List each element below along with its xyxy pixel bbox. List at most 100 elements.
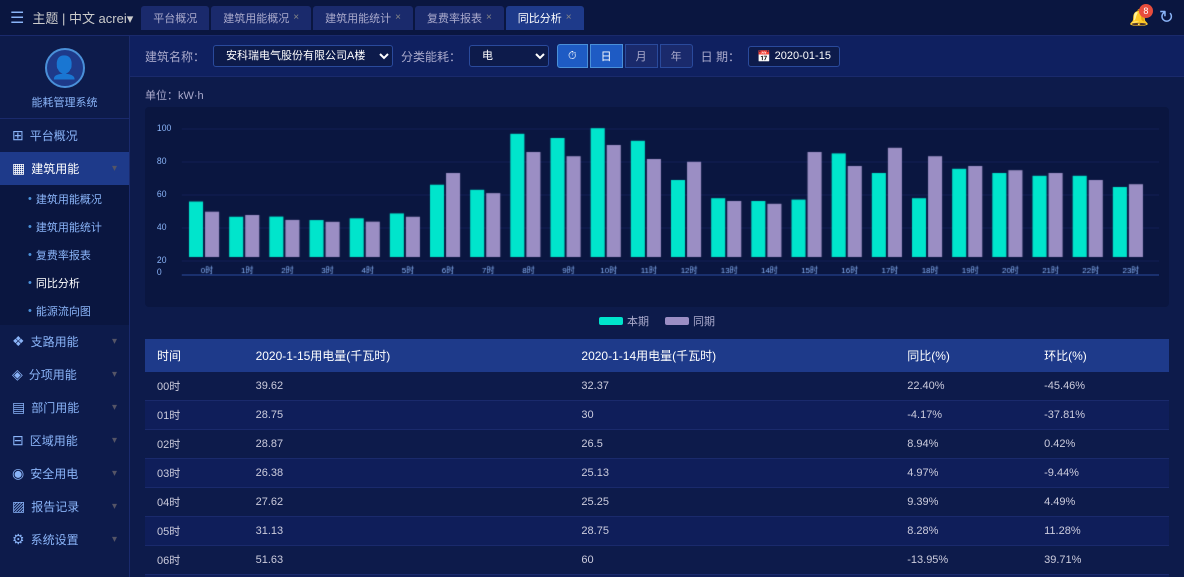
table-row: 06时51.6360-13.95%39.71% [145,546,1169,575]
calendar-icon: 📅 [757,50,771,63]
table-row: 01时28.7530-4.17%-37.81% [145,401,1169,430]
cell-2-4: 0.42% [1032,430,1169,459]
topbar-tab-建筑用能统计[interactable]: 建筑用能统计 × [313,6,413,30]
table-section: 时间2020-1-15用电量(千瓦时)2020-1-14用电量(千瓦时)同比(%… [130,339,1184,577]
nav-item-安全用电[interactable]: ◉ 安全用电 ▾ [0,457,129,490]
chart-legend: 本期 同期 [145,313,1169,329]
nav-label-7: 报告记录 [31,498,79,515]
cell-2-3: 8.94% [895,430,1032,459]
topbar-actions: 🔔 8 ↻ [1129,7,1174,28]
legend-current-label: 本期 [627,313,649,329]
tab-close-icon[interactable]: × [566,12,572,23]
sidebar: 👤 能耗管理系统 ⊞ 平台概况 ▦ 建筑用能 ▾建筑用能概况建筑用能统计复费率报… [0,36,130,577]
legend-previous-color [665,317,689,325]
nav-item-建筑用能[interactable]: ▦ 建筑用能 ▾ [0,152,129,185]
table-row: 05时31.1328.758.28%11.28% [145,517,1169,546]
cell-1-0: 01时 [145,401,244,430]
topbar-tab-平台概况[interactable]: 平台概况 [141,6,209,30]
subnav-item-0[interactable]: 建筑用能概况 [0,185,129,213]
building-select[interactable]: 安科瑞电气股份有限公司A楼 [213,45,393,67]
nav-arrow-3: ▾ [112,369,117,380]
cell-4-3: 9.39% [895,488,1032,517]
nav-icon-6: ◉ [12,465,24,482]
category-select[interactable]: 电 [469,45,549,67]
col-header-0: 时间 [145,339,244,372]
sidebar-user: 👤 能耗管理系统 [0,36,129,119]
refresh-icon[interactable]: ↻ [1159,7,1174,28]
cell-6-1: 51.63 [244,546,570,575]
subnav-item-3[interactable]: 同比分析 [0,269,129,297]
btn-time-day[interactable]: 日 [590,44,623,68]
nav-arrow-6: ▾ [112,468,117,479]
nav-item-部门用能[interactable]: ▤ 部门用能 ▾ [0,391,129,424]
nav-item-分项用能[interactable]: ◈ 分项用能 ▾ [0,358,129,391]
cell-6-3: -13.95% [895,546,1032,575]
cell-0-1: 39.62 [244,372,570,401]
cell-3-0: 03时 [145,459,244,488]
notification-badge: 8 [1139,4,1153,18]
menu-icon[interactable]: ☰ [10,8,24,28]
nav-item-平台概况[interactable]: ⊞ 平台概况 [0,119,129,152]
subnav-building: 建筑用能概况建筑用能统计复费率报表同比分析能源流向图 [0,185,129,325]
tab-close-icon[interactable]: × [486,12,492,23]
col-header-2: 2020-1-14用电量(千瓦时) [569,339,895,372]
cell-1-4: -37.81% [1032,401,1169,430]
avatar: 👤 [45,48,85,88]
cell-4-2: 25.25 [569,488,895,517]
date-label: 日 期： [701,48,740,65]
chart-container: 100 80 60 40 20 0 [145,107,1169,307]
legend-current-color [599,317,623,325]
tab-close-icon[interactable]: × [293,12,299,23]
nav-icon-5: ⊟ [12,432,24,449]
cell-5-0: 05时 [145,517,244,546]
brand-text: 主题 | 中文 acrei▾ [32,8,133,27]
date-picker[interactable]: 📅 2020-01-15 [748,46,840,67]
nav-label-4: 部门用能 [31,399,79,416]
date-value: 2020-01-15 [775,50,831,62]
table-header-row: 时间2020-1-15用电量(千瓦时)2020-1-14用电量(千瓦时)同比(%… [145,339,1169,372]
time-btn-group: ⏱ 日 月 年 [557,44,693,68]
notification-icon[interactable]: 🔔 8 [1129,8,1149,28]
cell-1-1: 28.75 [244,401,570,430]
tab-close-icon[interactable]: × [395,12,401,23]
btn-time-month[interactable]: 月 [625,44,658,68]
cell-5-3: 8.28% [895,517,1032,546]
main-content: 建筑名称： 安科瑞电气股份有限公司A楼 分类能耗： 电 ⏱ 日 月 年 日 期：… [130,36,1184,577]
topbar-tab-建筑用能概况[interactable]: 建筑用能概况 × [211,6,311,30]
topbar-tab-复费率报表[interactable]: 复费率报表 × [415,6,504,30]
legend-previous: 同期 [665,313,715,329]
cell-4-4: 4.49% [1032,488,1169,517]
bar-chart-canvas [155,117,1159,277]
filter-bar: 建筑名称： 安科瑞电气股份有限公司A楼 分类能耗： 电 ⏱ 日 月 年 日 期：… [130,36,1184,77]
tab-bar: 平台概况建筑用能概况 ×建筑用能统计 ×复费率报表 ×同比分析 × [141,6,1121,30]
topbar: ☰ 主题 | 中文 acrei▾ 平台概况建筑用能概况 ×建筑用能统计 ×复费率… [0,0,1184,36]
nav-arrow-5: ▾ [112,435,117,446]
topbar-tab-同比分析[interactable]: 同比分析 × [506,6,584,30]
cell-2-1: 28.87 [244,430,570,459]
table-head: 时间2020-1-15用电量(千瓦时)2020-1-14用电量(千瓦时)同比(%… [145,339,1169,372]
subnav-item-1[interactable]: 建筑用能统计 [0,213,129,241]
category-label: 分类能耗： [401,48,461,65]
btn-time-year[interactable]: 年 [660,44,693,68]
nav-item-系统设置[interactable]: ⚙ 系统设置 ▾ [0,523,129,556]
building-label: 建筑名称： [145,48,205,65]
table-row: 02时28.8726.58.94%0.42% [145,430,1169,459]
nav-item-区域用能[interactable]: ⊟ 区域用能 ▾ [0,424,129,457]
cell-0-4: -45.46% [1032,372,1169,401]
cell-5-1: 31.13 [244,517,570,546]
cell-4-1: 27.62 [244,488,570,517]
btn-time-clock[interactable]: ⏱ [557,44,588,68]
nav-item-支路用能[interactable]: ❖ 支路用能 ▾ [0,325,129,358]
user-icon: 👤 [51,55,78,81]
nav-label-5: 区域用能 [30,432,78,449]
subnav-item-4[interactable]: 能源流向图 [0,297,129,325]
nav-icon-1: ▦ [12,160,25,177]
nav-arrow-1: ▾ [112,163,117,174]
table-row: 00时39.6232.3722.40%-45.46% [145,372,1169,401]
subnav-item-2[interactable]: 复费率报表 [0,241,129,269]
sidebar-system-title: 能耗管理系统 [32,94,98,110]
nav-item-报告记录[interactable]: ▨ 报告记录 ▾ [0,490,129,523]
nav-icon-4: ▤ [12,399,25,416]
nav-icon-7: ▨ [12,498,25,515]
cell-6-0: 06时 [145,546,244,575]
